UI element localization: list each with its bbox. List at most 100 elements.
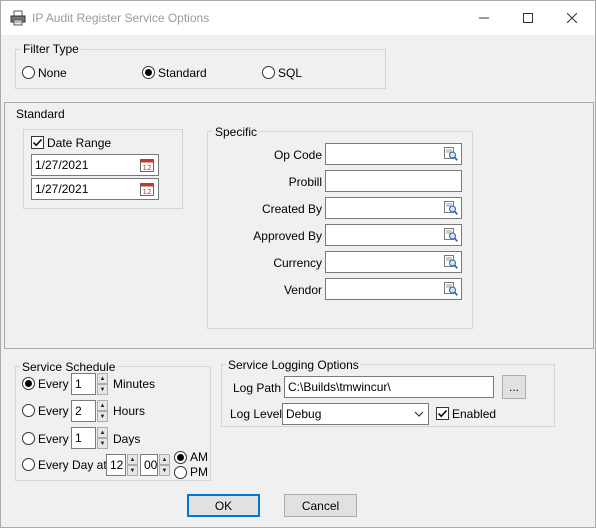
lookup-search-icon[interactable]: [444, 255, 458, 269]
log-path-label: Log Path: [233, 381, 282, 395]
filter-type-legend: Filter Type: [21, 42, 81, 56]
hour-value: 12: [110, 458, 124, 472]
date-from-value: 1/27/2021: [35, 158, 89, 172]
log-level-value: Debug: [286, 407, 322, 421]
minute-input[interactable]: 00: [140, 454, 158, 476]
currency-input[interactable]: [325, 251, 462, 273]
op-code-input[interactable]: [325, 143, 462, 165]
date-range-label[interactable]: Date Range: [47, 136, 111, 150]
days-value: 1: [75, 431, 82, 445]
hours-spinner[interactable]: ▲ ▼: [97, 400, 108, 422]
spin-up-icon[interactable]: ▲: [127, 454, 138, 465]
log-level-label: Log Level: [230, 407, 283, 421]
date-range-checkbox[interactable]: [31, 136, 44, 149]
hours-value-input[interactable]: 2: [71, 400, 96, 422]
log-level-select[interactable]: Debug: [282, 403, 429, 425]
pm-radio[interactable]: [174, 466, 187, 479]
days-unit-label: Days: [113, 432, 141, 446]
lookup-search-icon[interactable]: [444, 282, 458, 296]
hours-unit-label: Hours: [113, 404, 146, 418]
lookup-search-icon[interactable]: [444, 228, 458, 242]
vendor-label: Vendor: [283, 283, 322, 297]
date-from-input[interactable]: 1/27/2021 12: [31, 154, 159, 176]
op-code-label: Op Code: [273, 148, 322, 162]
spin-down-icon[interactable]: ▼: [97, 438, 108, 449]
every-days-label[interactable]: Every: [38, 432, 69, 446]
days-spinner[interactable]: ▲ ▼: [97, 427, 108, 449]
log-path-input[interactable]: C:\Builds\tmwincur\: [284, 376, 494, 398]
probill-label: Probill: [288, 175, 322, 189]
printer-app-icon: [10, 10, 26, 26]
spin-up-icon[interactable]: ▲: [97, 400, 108, 411]
window-title: IP Audit Register Service Options: [32, 11, 210, 25]
maximize-icon: [523, 13, 533, 23]
approved-by-input[interactable]: [325, 224, 462, 246]
cancel-button-label: Cancel: [301, 498, 340, 513]
close-icon: [567, 13, 577, 23]
service-schedule-legend: Service Schedule: [20, 360, 118, 374]
approved-by-label: Approved By: [253, 229, 322, 243]
lookup-search-icon[interactable]: [444, 201, 458, 215]
filter-standard-radio[interactable]: [142, 66, 155, 79]
created-by-input[interactable]: [325, 197, 462, 219]
vendor-input[interactable]: [325, 278, 462, 300]
checkmark-icon: [437, 409, 448, 418]
spin-down-icon[interactable]: ▼: [127, 465, 138, 476]
days-value-input[interactable]: 1: [71, 427, 96, 449]
spin-down-icon[interactable]: ▼: [97, 411, 108, 422]
minutes-value-input[interactable]: 1: [71, 373, 96, 395]
browse-button-label: ...: [508, 380, 519, 394]
cancel-button[interactable]: Cancel: [284, 494, 357, 517]
svg-text:12: 12: [143, 164, 152, 172]
every-days-radio[interactable]: [22, 432, 35, 445]
spin-up-icon[interactable]: ▲: [159, 454, 170, 465]
every-hours-radio[interactable]: [22, 404, 35, 417]
specific-legend: Specific: [213, 125, 260, 139]
spin-down-icon[interactable]: ▼: [97, 384, 108, 395]
hour-spinner[interactable]: ▲ ▼: [127, 454, 138, 476]
standard-legend: Standard: [14, 107, 67, 121]
filter-none-radio[interactable]: [22, 66, 35, 79]
filter-none-label[interactable]: None: [38, 66, 67, 80]
logging-legend: Service Logging Options: [226, 358, 361, 372]
checkmark-icon: [32, 138, 43, 147]
hours-value: 2: [75, 404, 82, 418]
minute-spinner[interactable]: ▲ ▼: [159, 454, 170, 476]
spin-up-icon[interactable]: ▲: [97, 427, 108, 438]
enabled-checkbox[interactable]: [436, 407, 449, 420]
ok-button[interactable]: OK: [187, 494, 260, 517]
close-button[interactable]: [549, 1, 595, 35]
filter-sql-radio[interactable]: [262, 66, 275, 79]
filter-sql-label[interactable]: SQL: [278, 66, 302, 80]
maximize-button[interactable]: [505, 1, 551, 35]
dialog-window: IP Audit Register Service Options Filter…: [0, 0, 596, 528]
enabled-label[interactable]: Enabled: [452, 407, 496, 421]
created-by-label: Created By: [261, 202, 322, 216]
log-path-value: C:\Builds\tmwincur\: [288, 380, 391, 394]
date-to-value: 1/27/2021: [35, 182, 89, 196]
am-radio[interactable]: [174, 451, 187, 464]
minimize-icon: [479, 17, 489, 19]
filter-standard-label[interactable]: Standard: [158, 66, 207, 80]
minimize-button[interactable]: [461, 1, 507, 35]
title-bar[interactable]: IP Audit Register Service Options: [1, 1, 595, 35]
hour-input[interactable]: 12: [106, 454, 126, 476]
every-hours-label[interactable]: Every: [38, 404, 69, 418]
am-label[interactable]: AM: [190, 450, 208, 464]
every-minutes-radio[interactable]: [22, 377, 35, 390]
probill-input[interactable]: [325, 170, 462, 192]
calendar-icon[interactable]: 12: [140, 182, 154, 196]
minutes-spinner[interactable]: ▲ ▼: [97, 373, 108, 395]
browse-button[interactable]: ...: [502, 375, 526, 399]
calendar-icon[interactable]: 12: [140, 158, 154, 172]
pm-label[interactable]: PM: [190, 465, 208, 479]
every-day-at-label[interactable]: Every Day at: [38, 458, 107, 472]
spin-up-icon[interactable]: ▲: [97, 373, 108, 384]
every-minutes-label[interactable]: Every: [38, 377, 69, 391]
spin-down-icon[interactable]: ▼: [159, 465, 170, 476]
lookup-search-icon[interactable]: [444, 147, 458, 161]
every-day-at-radio[interactable]: [22, 458, 35, 471]
svg-text:12: 12: [143, 188, 152, 196]
minute-value: 00: [144, 458, 158, 472]
date-to-input[interactable]: 1/27/2021 12: [31, 178, 159, 200]
